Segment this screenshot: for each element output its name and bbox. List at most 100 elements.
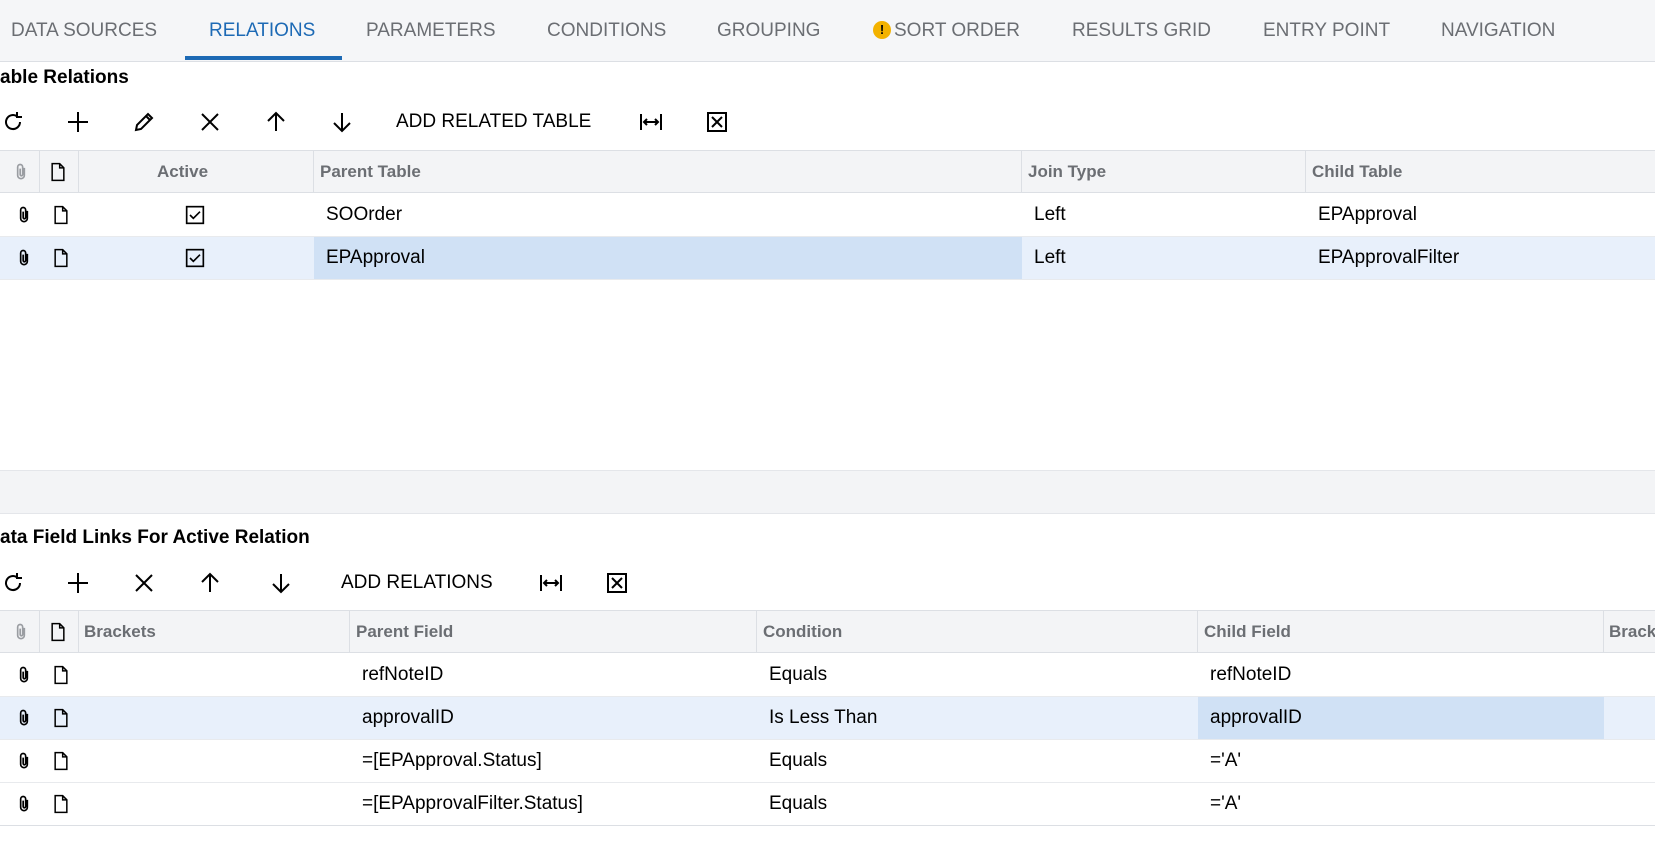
attachment-icon[interactable] [14,708,34,728]
close-icon [135,574,153,592]
parent-field-cell[interactable]: =[EPApproval.Status] [362,740,542,782]
child-field-cell[interactable]: refNoteID [1210,654,1291,696]
move-up-button[interactable] [261,104,291,140]
tab-entry-point[interactable]: ENTRY POINT [1263,20,1390,42]
condition-cell[interactable]: Equals [769,654,827,696]
col-child-table[interactable]: Child Table [1312,151,1402,192]
tab-data-sources[interactable]: DATA SOURCES [11,20,157,42]
active-checkbox[interactable] [185,205,205,225]
arrow-down-icon [333,113,351,133]
col-condition[interactable]: Condition [763,611,842,652]
attachment-header-icon [16,163,26,180]
plus-icon [68,573,88,593]
child-field-cell[interactable]: approvalID [1210,697,1302,739]
active-checkbox[interactable] [185,248,205,268]
warning-icon: ! [873,21,891,39]
close-icon [201,113,219,131]
arrow-down-icon [272,574,290,594]
fit-width-icon [640,114,662,130]
fit-columns-button[interactable] [536,565,566,601]
parent-field-cell[interactable]: =[EPApprovalFilter.Status] [362,783,583,825]
tab-sort-order-label: SORT ORDER [894,20,1020,41]
refresh-button[interactable] [0,565,26,601]
note-icon[interactable] [51,708,71,728]
section-splitter[interactable] [0,470,1655,514]
move-down-button[interactable] [327,104,357,140]
col-join-type[interactable]: Join Type [1028,151,1106,192]
table-row[interactable]: SOOrder Left EPApproval [0,194,1655,237]
note-header-icon [51,622,65,642]
col-brackets-close[interactable]: Brack [1609,611,1655,652]
col-active[interactable]: Active [157,151,208,192]
attachment-header-icon [16,623,26,640]
col-brackets[interactable]: Brackets [84,611,156,652]
move-up-button[interactable] [195,565,225,601]
add-relations-button[interactable]: ADD RELATIONS [341,572,493,594]
parent-field-cell[interactable]: approvalID [362,697,454,739]
note-icon[interactable] [51,665,71,685]
note-icon[interactable] [51,205,71,225]
parent-field-cell[interactable]: refNoteID [362,654,443,696]
col-parent-field[interactable]: Parent Field [356,611,453,652]
condition-cell[interactable]: Equals [769,783,827,825]
links-grid-header: Brackets Parent Field Condition Child Fi… [0,610,1655,653]
edit-button[interactable] [129,104,159,140]
tab-sort-order[interactable]: ! SORT ORDER [873,20,1020,42]
table-row[interactable]: =[EPApproval.Status] Equals ='A' [0,740,1655,783]
table-row[interactable]: =[EPApprovalFilter.Status] Equals ='A' [0,783,1655,826]
relations-grid-header: Active Parent Table Join Type Child Tabl… [0,150,1655,193]
child-table-cell[interactable]: EPApprovalFilter [1318,237,1459,279]
table-relations-title: able Relations [0,67,129,88]
export-excel-button[interactable] [702,104,732,140]
note-icon[interactable] [51,794,71,814]
fit-columns-button[interactable] [636,104,666,140]
parent-table-cell[interactable]: EPApproval [326,237,425,279]
tab-bar: DATA SOURCES RELATIONS PARAMETERS CONDIT… [0,0,1655,62]
attachment-icon[interactable] [14,794,34,814]
table-row[interactable]: EPApproval Left EPApprovalFilter [0,237,1655,280]
refresh-button[interactable] [0,104,26,140]
child-field-cell[interactable]: ='A' [1210,740,1241,782]
tab-conditions[interactable]: CONDITIONS [547,20,666,42]
col-child-field[interactable]: Child Field [1204,611,1291,652]
note-icon[interactable] [51,248,71,268]
note-icon[interactable] [51,751,71,771]
add-related-table-button[interactable]: ADD RELATED TABLE [396,111,591,133]
attachment-icon[interactable] [14,248,34,268]
refresh-icon [5,573,22,592]
condition-cell[interactable]: Is Less Than [769,697,877,739]
add-row-button[interactable] [63,565,93,601]
parent-table-cell[interactable]: SOOrder [326,194,402,236]
attachment-icon[interactable] [14,665,34,685]
excel-icon [607,573,627,593]
attachment-icon[interactable] [14,205,34,225]
col-parent-table[interactable]: Parent Table [320,151,421,192]
arrow-up-icon [267,111,285,131]
tab-parameters[interactable]: PARAMETERS [366,20,496,42]
condition-cell[interactable]: Equals [769,740,827,782]
delete-button[interactable] [195,104,225,140]
child-table-cell[interactable]: EPApproval [1318,194,1417,236]
add-row-button[interactable] [63,104,93,140]
tab-grouping[interactable]: GROUPING [717,20,820,42]
attachment-icon[interactable] [14,751,34,771]
grid-bottom-border [0,825,1655,826]
table-row[interactable]: approvalID Is Less Than approvalID [0,697,1655,740]
tab-relations[interactable]: RELATIONS [209,20,315,42]
join-type-cell[interactable]: Left [1034,194,1066,236]
move-down-button[interactable] [266,565,296,601]
join-type-cell[interactable]: Left [1034,237,1066,279]
active-tab-indicator [185,56,342,60]
child-field-cell[interactable]: ='A' [1210,783,1241,825]
tab-navigation[interactable]: NAVIGATION [1441,20,1555,42]
fit-width-icon [540,575,562,591]
note-header-icon [51,162,65,182]
pencil-icon [134,112,154,132]
table-row[interactable]: refNoteID Equals refNoteID [0,654,1655,697]
export-excel-button[interactable] [602,565,632,601]
excel-icon [707,112,727,132]
plus-icon [68,112,88,132]
delete-button[interactable] [129,565,159,601]
tab-results-grid[interactable]: RESULTS GRID [1072,20,1211,42]
arrow-up-icon [201,572,219,592]
